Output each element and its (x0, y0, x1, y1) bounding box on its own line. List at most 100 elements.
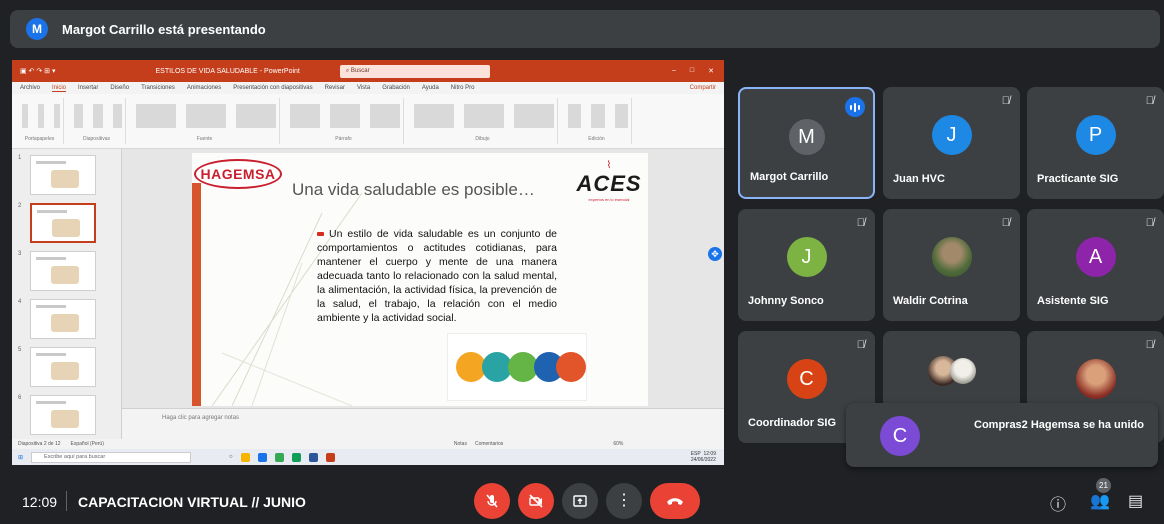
thumb-image (52, 219, 80, 237)
participant-tile[interactable]: 🎙̸ J Juan HVC (883, 87, 1020, 199)
ribbon-group: Edición (562, 98, 632, 144)
ribbon-command[interactable] (54, 104, 60, 128)
ppt-tab[interactable]: Ayuda (422, 85, 439, 91)
thumb-image (51, 362, 79, 380)
leave-call-button[interactable] (650, 483, 700, 519)
ribbon-group: Portapapeles (16, 98, 64, 144)
avatar (1075, 359, 1116, 399)
ppt-tab[interactable]: Diseño (110, 85, 129, 91)
powerpoint-icon[interactable] (325, 452, 335, 462)
windows-start-icon[interactable]: ⊞ (18, 454, 23, 461)
ppt-tab[interactable]: Animaciones (187, 85, 221, 91)
ribbon-command[interactable] (74, 104, 84, 128)
ppt-tab[interactable]: Insertar (78, 85, 98, 91)
avatar: C (786, 359, 827, 399)
participant-tile[interactable]: 🎙̸ A Asistente SIG (1027, 209, 1164, 321)
meeting-name: CAPACITACION VIRTUAL // JUNIO (78, 494, 306, 510)
present-button[interactable] (562, 483, 598, 519)
ppt-tab[interactable]: Nitro Pro (451, 85, 475, 91)
thumb-title-line (36, 305, 66, 308)
slide-thumbnail[interactable] (30, 203, 96, 243)
slide-thumbnail[interactable] (30, 299, 96, 339)
thumb-title-line (36, 257, 66, 260)
slide-thumbnail[interactable] (30, 155, 96, 195)
slide-thumbnail[interactable] (30, 251, 96, 291)
meet-pin-icon[interactable]: ✥ (708, 247, 722, 261)
ppt-search-input[interactable]: ⌕ Buscar (339, 64, 490, 78)
mic-off-icon: 🎙̸ (1145, 217, 1154, 229)
taskbar-clock: ESP 12:09 24/06/2022 (691, 451, 724, 463)
participant-tile[interactable]: 🎙̸ P Practicante SIG (1027, 87, 1164, 199)
chrome-icon[interactable] (274, 452, 284, 462)
notes-pane[interactable]: Haga clic para agregar notas (122, 408, 724, 439)
ribbon-command[interactable] (290, 104, 320, 128)
ppt-tab[interactable]: Revisar (325, 85, 345, 91)
ribbon-command[interactable] (591, 104, 605, 128)
ppt-status-bar: Diapositiva 2 de 12 Español (Perú) Notas… (12, 439, 724, 449)
close-icon[interactable]: ✕ (708, 67, 714, 75)
ribbon-command[interactable] (414, 104, 454, 128)
comments-button[interactable]: Comentarios (475, 441, 503, 447)
ppt-tab[interactable]: Transiciones (141, 85, 175, 91)
share-button[interactable]: Compartir (690, 85, 716, 91)
presenter-banner-text: Margot Carrillo está presentando (62, 21, 266, 37)
ppt-ribbon-tabs: Archivo Inicio Insertar Diseño Transiciones A… (12, 82, 724, 94)
mic-toggle-button[interactable] (474, 483, 510, 519)
ribbon-command[interactable] (236, 104, 276, 128)
word-icon[interactable] (308, 452, 318, 462)
bullet-marker-icon (317, 232, 324, 237)
participant-name: Juan HVC (893, 173, 945, 185)
thumb-title-line (37, 210, 67, 213)
minimize-icon[interactable]: – (672, 67, 676, 75)
zoom-level[interactable]: 60% (613, 441, 623, 447)
more-options-button[interactable]: ⋮ (606, 483, 642, 519)
ppt-tab[interactable]: Vista (357, 85, 370, 91)
aces-logo-subtitle: expertos en lo esencial (588, 197, 630, 202)
ppt-tab[interactable]: Inicio (52, 85, 67, 92)
ppt-tab[interactable]: Presentación con diapositivas (233, 85, 312, 91)
ribbon-command[interactable] (38, 104, 44, 128)
mic-off-icon: 🎙̸ (856, 339, 865, 351)
slide-thumbnail[interactable] (30, 347, 96, 387)
ribbon-command[interactable] (514, 104, 554, 128)
ribbon-command[interactable] (22, 104, 28, 128)
thumb-image (51, 410, 79, 428)
ribbon-command[interactable] (330, 104, 360, 128)
shared-screen: ▣ ↶ ↷ ⊞ ▾ ESTILOS DE VIDA SALUDABLE - Po… (12, 60, 724, 465)
ribbon-command[interactable] (568, 104, 582, 128)
avatar: J (786, 237, 827, 277)
ribbon-command[interactable] (464, 104, 504, 128)
task-view-icon[interactable]: ○ (229, 454, 233, 460)
ppt-tab[interactable]: Archivo (20, 85, 40, 91)
mic-off-icon (486, 494, 498, 508)
meeting-info-icon[interactable]: ⓘ (1050, 491, 1066, 515)
excel-icon[interactable] (291, 452, 301, 462)
maximize-icon[interactable]: □ (690, 67, 694, 75)
aces-logo: ⌇ ACES expertos en lo esencial (574, 161, 644, 203)
participant-tile[interactable]: 🎙̸ Waldir Cotrina (883, 209, 1020, 321)
chat-icon[interactable]: ▤ (1128, 491, 1143, 511)
ribbon-command[interactable] (112, 104, 122, 128)
hagemsa-logo-text: HAGEMSA (200, 166, 276, 182)
edge-icon[interactable] (257, 452, 267, 462)
camera-toggle-button[interactable] (518, 483, 554, 519)
toast-text: Compras2 Hagemsa se ha unido (974, 419, 1144, 431)
taskbar-search[interactable]: Escribe aquí para buscar (31, 451, 192, 463)
ribbon-command[interactable] (186, 104, 226, 128)
ribbon-command[interactable] (93, 104, 103, 128)
participant-tile[interactable]: 🎙̸ J Johnny Sonco (738, 209, 875, 321)
join-notification: C Compras2 Hagemsa se ha unido (846, 403, 1158, 467)
ppt-tab[interactable]: Grabación (382, 85, 410, 91)
people-icon[interactable]: 👥 (1090, 491, 1110, 511)
ribbon-command[interactable] (136, 104, 176, 128)
more-vert-icon: ⋮ (616, 492, 632, 509)
participant-tile[interactable]: M Margot Carrillo (738, 87, 875, 199)
status-language: Español (Perú) (70, 441, 104, 447)
ribbon-command[interactable] (614, 104, 628, 128)
toast-avatar: C (880, 416, 920, 456)
file-explorer-icon[interactable] (240, 452, 250, 462)
ribbon-group-label: Fuente (196, 136, 213, 142)
slide-thumbnail[interactable] (30, 395, 96, 435)
ribbon-command[interactable] (370, 104, 400, 128)
notes-button[interactable]: Notas (454, 441, 467, 447)
